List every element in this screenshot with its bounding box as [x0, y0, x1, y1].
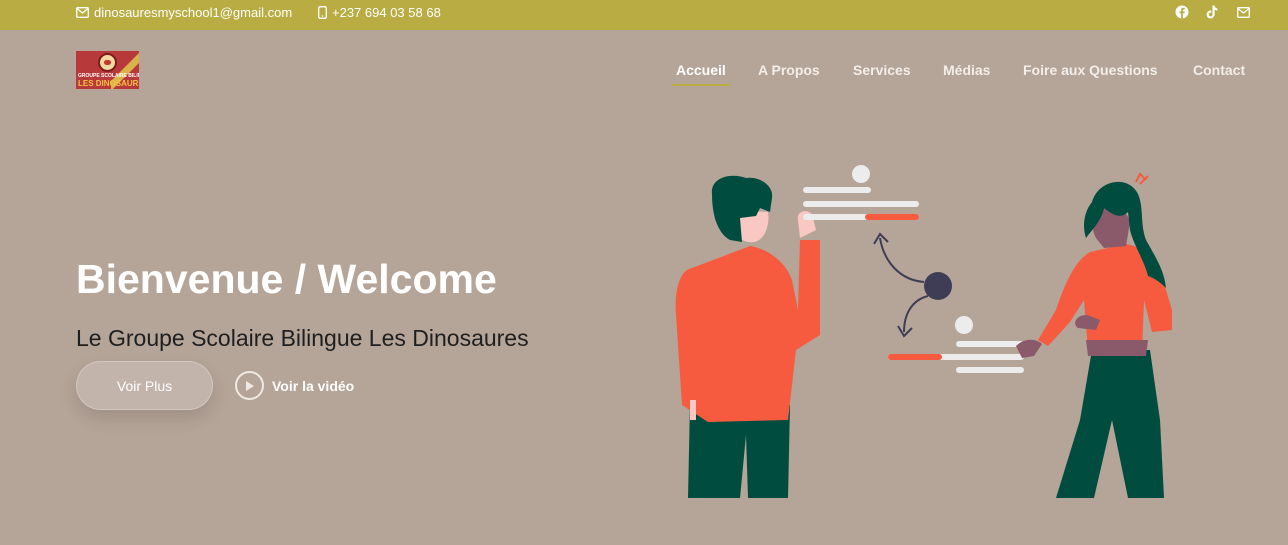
- woman-figure: [1016, 172, 1172, 498]
- watch-video-label: Voir la vidéo: [272, 377, 355, 394]
- man-figure: [675, 175, 820, 498]
- mail-icon: [1236, 6, 1250, 18]
- school-logo[interactable]: GROUPE SCOLAIRE BILINGUE LES DINOSAURES: [76, 51, 139, 89]
- nav-item-medias[interactable]: Médias: [943, 62, 990, 78]
- mobile-phone-icon: [318, 5, 327, 19]
- hero-illustration: [675, 165, 1172, 498]
- contact-phone-text: +237 694 03 58 68: [332, 4, 441, 20]
- tiktok-icon: [1206, 5, 1218, 19]
- contact-phone[interactable]: +237 694 03 58 68: [318, 0, 441, 24]
- voir-plus-button[interactable]: Voir Plus: [76, 361, 213, 410]
- contact-email[interactable]: dinosauresmyschool1@gmail.com: [76, 0, 292, 24]
- hero-subtitle: Le Groupe Scolaire Bilingue Les Dinosaur…: [76, 325, 529, 351]
- play-icon: [235, 371, 264, 400]
- nav-item-services[interactable]: Services: [853, 62, 911, 78]
- nav-item-faq[interactable]: Foire aux Questions: [1023, 62, 1158, 78]
- hero-title: Bienvenue / Welcome: [76, 256, 497, 302]
- facebook-icon: [1175, 5, 1189, 19]
- exchange-arrows: [873, 232, 952, 338]
- top-bar: dinosauresmyschool1@gmail.com +237 694 0…: [0, 0, 1288, 30]
- facebook-link[interactable]: [1174, 4, 1190, 20]
- tiktok-link[interactable]: [1204, 4, 1220, 20]
- contact-email-text: dinosauresmyschool1@gmail.com: [94, 4, 293, 20]
- nav-item-accueil[interactable]: Accueil: [676, 62, 726, 78]
- nav-active-underline: [672, 84, 730, 86]
- envelope-icon: [76, 6, 89, 18]
- watch-video-button[interactable]: Voir la vidéo: [235, 371, 354, 400]
- mail-link[interactable]: [1235, 4, 1251, 20]
- logo-line2: LES DINOSAURES: [78, 79, 139, 88]
- logo-emblem: [98, 53, 117, 72]
- ui-cards: [803, 165, 1024, 373]
- nav-item-a-propos[interactable]: A Propos: [758, 62, 820, 78]
- nav-item-contact[interactable]: Contact: [1193, 62, 1245, 78]
